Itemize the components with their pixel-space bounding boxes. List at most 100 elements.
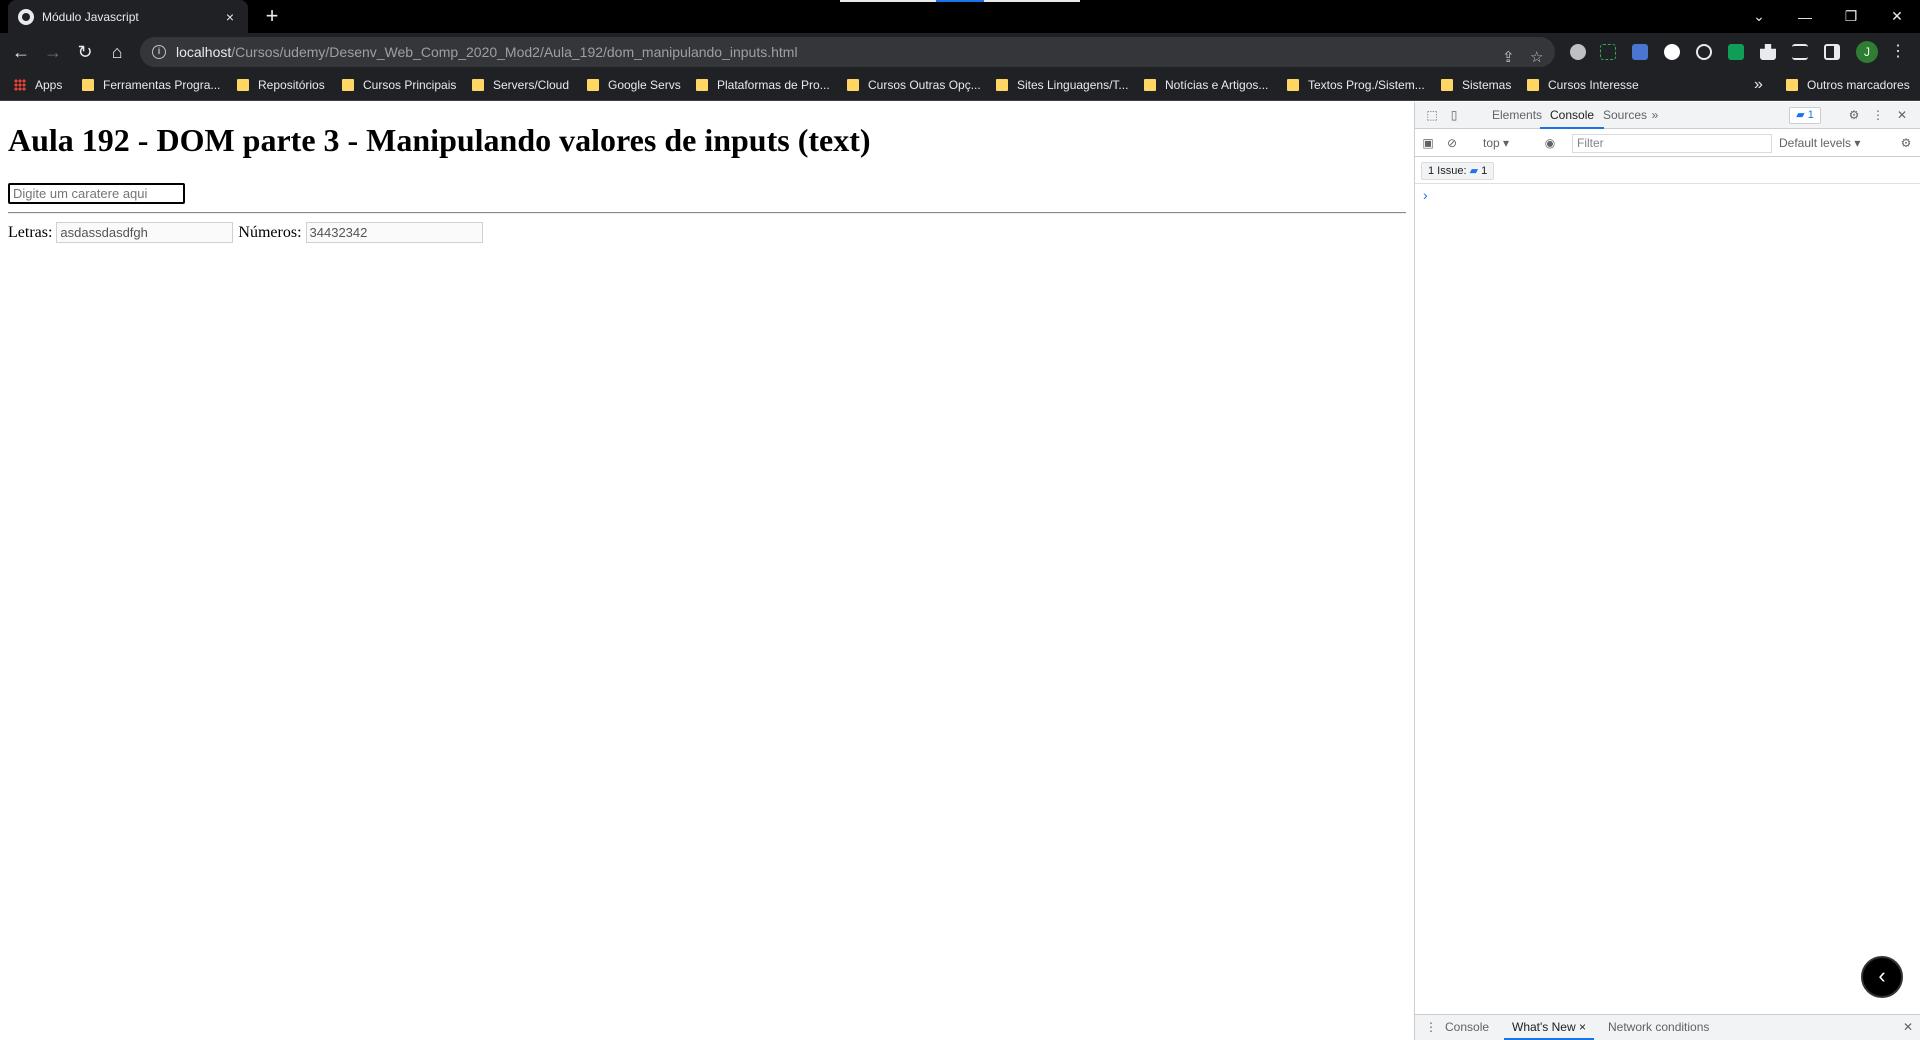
bookmarks-bar: Apps Ferramentas Progra... Repositórios … [0, 71, 1920, 101]
browser-tab[interactable]: Módulo Javascript × [8, 0, 248, 33]
tab-strip: Módulo Javascript × + ⌄ — ❐ ✕ [0, 0, 1920, 33]
bookmark-folder[interactable]: Repositórios [237, 78, 325, 92]
folder-icon [237, 79, 249, 91]
apps-grid-icon [14, 79, 26, 91]
extension-translate-icon[interactable] [1632, 44, 1648, 60]
browser-toolbar: ← → ↻ ⌂ i localhost /Cursos/udemy/Desenv… [0, 33, 1920, 71]
tab-title: Módulo Javascript [42, 9, 139, 24]
bookmark-folder[interactable]: Cursos Outras Opç... [847, 78, 981, 92]
folder-icon [472, 79, 484, 91]
more-tabs-icon[interactable]: » [1648, 108, 1662, 122]
devtools-settings-icon[interactable]: ⚙ [1847, 108, 1861, 122]
issues-bar: 1 Issue: ▰ 1 [1415, 158, 1920, 184]
page-favicon-icon [18, 8, 34, 25]
bookmark-folder[interactable]: Servers/Cloud [472, 78, 569, 92]
console-filter-input[interactable]: Filter [1572, 134, 1772, 153]
bookmark-folder[interactable]: Cursos Interesse [1527, 78, 1639, 92]
devtools-drawer: ⋮ Console What's New × Network condition… [1415, 1014, 1920, 1040]
live-expression-eye-icon[interactable]: ◉ [1543, 136, 1557, 150]
page-viewport: Aula 192 - DOM parte 3 - Manipulando val… [0, 102, 1414, 1040]
bookmark-star-icon[interactable]: ☆ [1530, 48, 1543, 66]
output-fields: Letras: asdassdasdfgh Números: 34432342 [8, 222, 483, 243]
issues-badge[interactable]: ▰ 1 [1789, 107, 1821, 124]
clear-console-icon[interactable]: ⊘ [1445, 136, 1459, 150]
folder-icon [1441, 79, 1453, 91]
console-toolbar: ▣ ⊘ top ▾ ◉ Filter Default levels ▾ ⚙ [1415, 130, 1920, 157]
bookmark-folder[interactable]: Plataformas de Pro... [696, 78, 830, 92]
folder-icon [342, 79, 354, 91]
whats-new-close-icon[interactable]: × [1579, 1020, 1586, 1034]
bookmark-folder[interactable]: Notícias e Artigos... [1144, 78, 1268, 92]
new-tab-button[interactable]: + [260, 4, 284, 28]
bookmark-folder[interactable]: Sistemas [1441, 78, 1511, 92]
drawer-close-icon[interactable]: ✕ [1895, 1015, 1920, 1040]
numbers-field[interactable]: 34432342 [305, 222, 483, 243]
bookmark-apps[interactable]: Apps [14, 78, 62, 92]
char-input[interactable] [8, 183, 185, 204]
sidebar-toggle-icon[interactable]: ▣ [1421, 136, 1435, 150]
folder-icon [996, 79, 1008, 91]
home-button[interactable]: ⌂ [104, 39, 130, 65]
folder-icon [847, 79, 859, 91]
extensions-puzzle-icon[interactable] [1760, 44, 1776, 60]
restore-button[interactable]: ❐ [1828, 0, 1874, 33]
devtools-menu-icon[interactable]: ⋮ [1871, 108, 1885, 122]
back-button[interactable]: ← [8, 39, 34, 65]
folder-icon [82, 79, 94, 91]
folder-icon [1287, 79, 1299, 91]
site-info-icon[interactable]: i [152, 45, 166, 59]
devtools-panel: ⬚ ▯ Elements Console Sources » ▰ 1 ⚙ ⋮ ✕… [1414, 102, 1920, 1040]
browser-menu-icon[interactable]: ⋮ [1890, 41, 1906, 61]
console-prompt[interactable]: › [1423, 187, 1428, 203]
chevron-left-icon[interactable]: ‹ [1861, 956, 1903, 998]
devtools-close-icon[interactable]: ✕ [1895, 108, 1909, 122]
console-settings-icon[interactable]: ⚙ [1899, 136, 1913, 150]
bookmark-folder[interactable]: Google Servs [587, 78, 681, 92]
bookmark-folder[interactable]: Cursos Principais [342, 78, 456, 92]
minimize-button[interactable]: — [1782, 0, 1828, 33]
bookmark-folder[interactable]: Textos Prog./Sistem... [1287, 78, 1425, 92]
numbers-label: Números: [238, 223, 302, 241]
forward-button[interactable]: → [40, 39, 66, 65]
folder-icon [696, 79, 708, 91]
bookmark-folder[interactable]: Sites Linguagens/T... [996, 78, 1128, 92]
url-host: localhost [176, 44, 232, 60]
devtools-tabbar: ⬚ ▯ Elements Console Sources » ▰ 1 ⚙ ⋮ ✕ [1415, 102, 1920, 129]
url-path: /Cursos/udemy/Desenv_Web_Comp_2020_Mod2/… [231, 44, 798, 60]
folder-icon [1144, 79, 1156, 91]
tab-search-button[interactable]: ⌄ [1736, 0, 1782, 33]
side-panel-icon[interactable] [1824, 44, 1840, 60]
divider [8, 212, 1406, 214]
share-icon[interactable]: ⇪ [1502, 48, 1515, 66]
drawer-tab-whats-new[interactable]: What's New × [1504, 1015, 1594, 1040]
context-selector[interactable]: top ▾ [1483, 136, 1509, 150]
bookmarks-overflow-button[interactable]: » [1754, 76, 1763, 94]
bookmark-folder[interactable]: Ferramentas Progra... [82, 78, 220, 92]
other-bookmarks[interactable]: Outros marcadores [1786, 78, 1910, 92]
reading-list-icon[interactable] [1792, 44, 1808, 60]
tab-close-icon[interactable]: × [222, 9, 238, 25]
issues-pill[interactable]: 1 Issue: ▰ 1 [1421, 162, 1495, 180]
extension-screenshot-icon[interactable] [1600, 44, 1616, 60]
tab-progress-indicator [840, 0, 1080, 2]
drawer-tab-console[interactable]: Console [1437, 1015, 1497, 1040]
page-heading: Aula 192 - DOM parte 3 - Manipulando val… [8, 122, 871, 158]
issue-message-icon: ▰ [1469, 165, 1479, 177]
address-bar[interactable]: i localhost /Cursos/udemy/Desenv_Web_Com… [140, 37, 1555, 67]
letters-label: Letras: [8, 223, 53, 241]
folder-icon [1527, 79, 1539, 91]
folder-icon [587, 79, 599, 91]
drawer-tab-network-conditions[interactable]: Network conditions [1600, 1015, 1717, 1040]
reload-button[interactable]: ↻ [72, 39, 98, 65]
inspect-element-icon[interactable]: ⬚ [1425, 108, 1439, 122]
folder-icon [1786, 79, 1798, 91]
log-levels-dropdown[interactable]: Default levels ▾ [1779, 136, 1860, 150]
window-close-button[interactable]: ✕ [1874, 0, 1920, 33]
extension-green-icon[interactable] [1728, 44, 1744, 60]
extension-circle-icon[interactable] [1664, 44, 1680, 60]
letters-field[interactable]: asdassdasdfgh [56, 222, 234, 243]
profile-avatar[interactable]: J [1856, 41, 1878, 63]
extension-react-icon[interactable] [1696, 44, 1712, 60]
extension-gear-icon[interactable] [1570, 44, 1586, 60]
device-toolbar-icon[interactable]: ▯ [1447, 108, 1461, 122]
